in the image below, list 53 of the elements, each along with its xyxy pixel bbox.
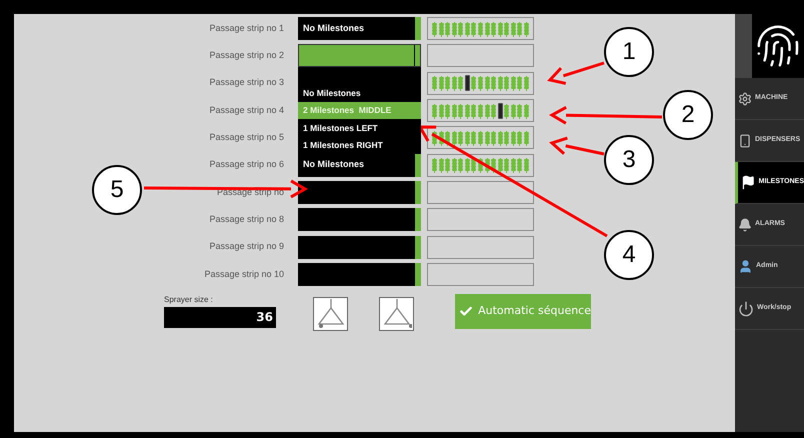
callout-arrow xyxy=(547,62,604,85)
wheat-icon xyxy=(432,20,437,37)
dropdown-option[interactable]: 1 Milestones RIGHT xyxy=(298,136,421,154)
wheat-icon xyxy=(432,75,437,92)
wheat-icon xyxy=(484,20,490,37)
dropdown-option[interactable]: No Milestones xyxy=(298,84,421,102)
dropdown-option[interactable]: 1 Milestones LEFT xyxy=(298,119,421,137)
dropdown-handle[interactable] xyxy=(415,17,421,40)
wheat-icon xyxy=(432,102,437,119)
wheat-icon xyxy=(484,157,490,174)
milestone-dropdown[interactable] xyxy=(298,44,421,68)
fingerprint-logo-icon xyxy=(755,23,801,69)
milestone-dropdown[interactable]: No Milestones xyxy=(298,17,421,40)
row-label: Passage strip no 3 xyxy=(209,76,284,90)
dropdown-handle[interactable] xyxy=(415,180,421,204)
row-label: Passage strip no 2 xyxy=(209,49,284,62)
boom-button[interactable] xyxy=(379,296,414,331)
sidebar-edge-strip xyxy=(735,14,752,78)
milestone-dropdown[interactable] xyxy=(298,262,421,286)
milestone-marker xyxy=(464,75,470,92)
milestone-dropdown[interactable] xyxy=(298,180,421,204)
row-label: Passage strip no 4 xyxy=(209,104,284,117)
user-icon xyxy=(738,259,753,274)
milestone-dropdown[interactable]: No Milestones xyxy=(298,154,421,177)
sprayer-size-label: Sprayer size : xyxy=(164,294,214,306)
row-label: Passage strip no 6 xyxy=(209,158,284,172)
milestone-dropdown[interactable] xyxy=(298,236,421,259)
wheat-icon xyxy=(491,102,496,119)
wheat-icon xyxy=(432,130,437,146)
row-label: Passage strip no 1 xyxy=(209,22,284,35)
row-label: Passage strip no 5 xyxy=(209,131,284,144)
flag-icon xyxy=(741,175,756,190)
row-label: Passage strip no 8 xyxy=(209,212,284,226)
wheat-icon xyxy=(484,75,490,92)
milestone-dropdown[interactable] xyxy=(298,208,421,232)
gear-icon xyxy=(738,92,752,106)
dropdown-handle[interactable] xyxy=(415,262,421,286)
sprayer-boom-icon xyxy=(382,298,412,329)
dropdown-handle[interactable] xyxy=(415,208,421,232)
wheat-icon xyxy=(432,157,437,174)
dropdown-handle[interactable] xyxy=(415,154,421,177)
sprayer-boom-icon xyxy=(316,298,346,329)
bell-icon xyxy=(738,218,752,232)
wheat-icon xyxy=(484,130,490,146)
boom-button[interactable] xyxy=(313,296,348,331)
power-icon xyxy=(738,300,754,316)
dropdown-handle[interactable] xyxy=(415,236,421,259)
wheat-icon xyxy=(484,102,490,119)
device-icon xyxy=(738,134,752,148)
row-label: Passage strip no 10 xyxy=(204,268,284,281)
milestone-marker xyxy=(498,102,503,119)
row-label: Passage strip no 9 xyxy=(209,240,284,254)
sprayer-size-field[interactable]: 36 xyxy=(164,306,276,328)
